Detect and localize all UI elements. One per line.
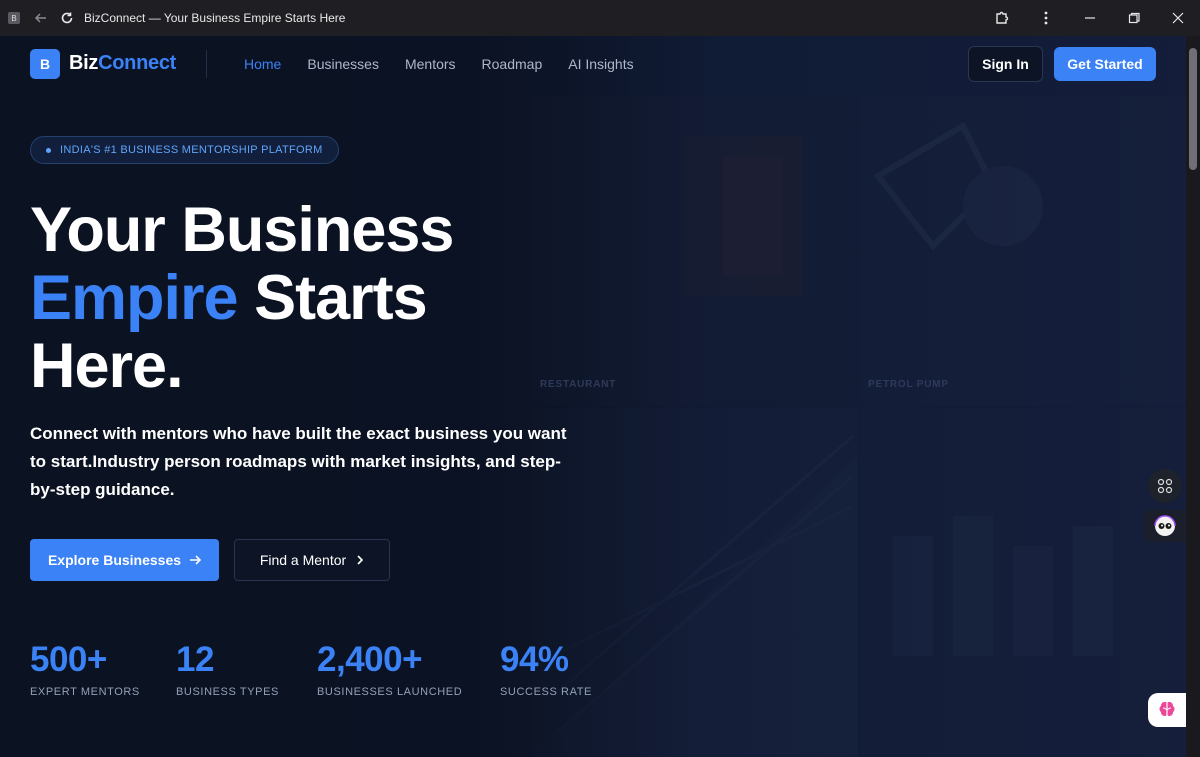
restore-icon	[1128, 12, 1140, 24]
stat-label: BUSINESS TYPES	[176, 686, 279, 698]
close-icon	[1172, 12, 1184, 24]
get-started-button[interactable]: Get Started	[1054, 47, 1156, 81]
hero-title-line3: Here.	[30, 331, 184, 401]
stat-value: 94%	[500, 640, 569, 679]
page-scrollbar[interactable]	[1186, 36, 1200, 757]
arrow-left-icon	[34, 13, 46, 23]
explore-businesses-label: Explore Businesses	[47, 552, 182, 568]
logo-wordmark[interactable]: BizConnect	[69, 52, 176, 75]
stat-label: BUSINESSES LAUNCHED	[317, 686, 463, 698]
badge-dot	[46, 147, 51, 153]
browser-titlebar: B BizConnect — Your Business Empire Star…	[0, 0, 1200, 36]
chevron-right-icon	[357, 555, 364, 565]
brain-icon	[1159, 702, 1175, 717]
find-mentor-label: Find a Mentor	[259, 552, 347, 568]
site-header: B BizConnect Home Businesses Mentors Roa…	[0, 36, 1186, 96]
find-mentor-button[interactable]: Find a Mentor	[234, 539, 390, 581]
nav-roadmap[interactable]: Roadmap	[482, 56, 543, 72]
nav-divider	[206, 50, 207, 78]
nav-businesses[interactable]: Businesses	[307, 56, 379, 72]
nav-ai-insights[interactable]: AI Insights	[568, 56, 633, 72]
nav-mentors[interactable]: Mentors	[405, 56, 456, 72]
landing-page: RESTAURANT PETROL PUMP B BizConnect Home…	[0, 36, 1186, 757]
stat-value: 500+	[30, 640, 107, 679]
tab-favicon: B	[8, 12, 20, 24]
logo-biz: Biz	[69, 52, 99, 74]
browser-menu-button[interactable]	[1024, 0, 1068, 36]
hero-subtitle: Connect with mentors who have built the …	[30, 424, 567, 499]
kebab-menu-icon	[1044, 11, 1048, 25]
hero-title-line1: Your Business	[30, 195, 454, 265]
hero-title: Your Business Empire Starts Here.	[30, 195, 454, 401]
stat-value: 12	[176, 640, 214, 679]
main-nav: Home Businesses Mentors Roadmap AI Insig…	[244, 56, 634, 72]
restore-button[interactable]	[1112, 0, 1156, 36]
petrol-pump-label: PETROL PUMP	[868, 379, 949, 390]
hero-title-accent: Empire	[30, 263, 239, 333]
scrollbar-thumb[interactable]	[1189, 48, 1197, 170]
stat-value: 2,400+	[317, 640, 423, 679]
close-window-button[interactable]	[1156, 0, 1200, 36]
platform-badge: INDIA'S #1 BUSINESS MENTORSHIP PLATFORM	[30, 136, 339, 164]
minimize-button[interactable]	[1068, 0, 1112, 36]
extensions-button[interactable]	[980, 0, 1024, 36]
assistant-widget-button[interactable]	[1144, 510, 1186, 542]
apps-grid-icon	[1157, 478, 1173, 494]
logo-connect: Connect	[98, 52, 177, 74]
reload-icon	[61, 12, 73, 24]
arrow-right-icon	[190, 555, 202, 565]
back-button[interactable]	[30, 7, 52, 29]
ai-brain-widget-button[interactable]	[1148, 693, 1186, 727]
stat-mentors: 500+ EXPERT MENTORS	[30, 640, 140, 698]
reload-button[interactable]	[56, 7, 78, 29]
nav-home[interactable]: Home	[244, 56, 281, 72]
restaurant-label: RESTAURANT	[540, 379, 617, 390]
sign-in-button[interactable]: Sign In	[968, 46, 1043, 82]
badge-text: INDIA'S #1 BUSINESS MENTORSHIP PLATFORM	[60, 144, 323, 156]
minimize-icon	[1085, 17, 1095, 19]
stat-label: EXPERT MENTORS	[30, 686, 140, 698]
bot-face-icon	[1154, 515, 1176, 536]
stat-label: SUCCESS RATE	[500, 686, 592, 698]
stat-business-types: 12 BUSINESS TYPES	[176, 640, 279, 698]
logo-mark[interactable]: B	[30, 49, 60, 79]
apps-widget-button[interactable]	[1148, 469, 1182, 503]
tab-title: BizConnect — Your Business Empire Starts…	[84, 11, 346, 25]
puzzle-icon	[996, 11, 1009, 24]
stat-success-rate: 94% SUCCESS RATE	[500, 640, 592, 698]
hero-title-line2: Starts	[237, 263, 428, 333]
explore-businesses-button[interactable]: Explore Businesses	[30, 539, 219, 581]
stat-businesses-launched: 2,400+ BUSINESSES LAUNCHED	[317, 640, 462, 698]
